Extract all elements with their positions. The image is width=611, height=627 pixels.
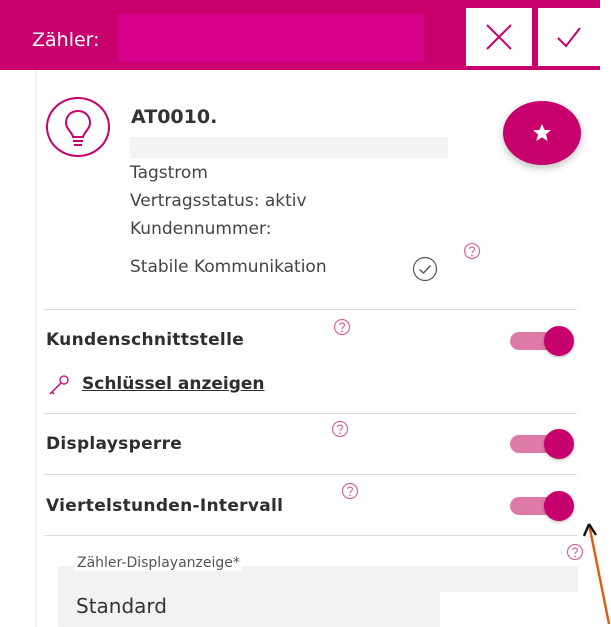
dialog-title: Zähler: bbox=[32, 29, 100, 51]
display-lock-toggle[interactable] bbox=[510, 427, 578, 461]
meter-id: AT0010. bbox=[131, 106, 218, 128]
communication-status: Stabile Kommunikation bbox=[130, 257, 327, 277]
quarter-hour-interval-label: Viertelstunden-Intervall bbox=[46, 496, 284, 516]
display-lock-label: Displaysperre bbox=[46, 434, 183, 454]
customer-number: Kundennummer: bbox=[130, 219, 272, 239]
divider bbox=[44, 413, 577, 414]
divider bbox=[44, 535, 577, 536]
help-icon[interactable] bbox=[341, 482, 359, 500]
meter-type-badge bbox=[46, 97, 110, 157]
show-key-link-label[interactable]: Schlüssel anzeigen bbox=[82, 374, 265, 394]
redacted-meter-id bbox=[226, 108, 250, 130]
redacted-customer-number bbox=[340, 222, 460, 242]
redacted-meter-name bbox=[118, 14, 424, 62]
favorite-button[interactable] bbox=[503, 101, 581, 165]
help-icon[interactable] bbox=[331, 420, 349, 438]
customer-interface-label: Kundenschnittstelle bbox=[46, 330, 245, 350]
toggle-knob bbox=[544, 429, 574, 459]
display-mode-label: Zähler-Displayanzeige* bbox=[75, 555, 242, 571]
quarter-hour-interval-toggle[interactable] bbox=[510, 489, 578, 523]
close-button[interactable] bbox=[466, 8, 532, 66]
check-circle-icon bbox=[412, 256, 438, 282]
customer-interface-toggle[interactable] bbox=[510, 324, 578, 358]
redacted-address bbox=[130, 137, 448, 158]
toggle-knob bbox=[544, 326, 574, 356]
annotation-arrow-icon bbox=[582, 523, 611, 625]
help-icon[interactable] bbox=[333, 318, 351, 336]
close-x-icon bbox=[486, 24, 512, 50]
checkmark-icon bbox=[557, 27, 581, 48]
contract-status: Vertragsstatus: aktiv bbox=[130, 191, 307, 211]
confirm-button[interactable] bbox=[538, 8, 600, 66]
divider bbox=[44, 309, 577, 310]
star-icon bbox=[533, 124, 551, 141]
lightbulb-icon bbox=[64, 109, 92, 146]
key-icon bbox=[49, 375, 69, 395]
help-icon[interactable] bbox=[463, 242, 481, 260]
redacted-area bbox=[440, 592, 580, 627]
toggle-knob bbox=[544, 491, 574, 521]
meter-tariff: Tagstrom bbox=[130, 163, 208, 183]
display-mode-value: Standard bbox=[76, 594, 167, 618]
divider bbox=[44, 474, 577, 475]
